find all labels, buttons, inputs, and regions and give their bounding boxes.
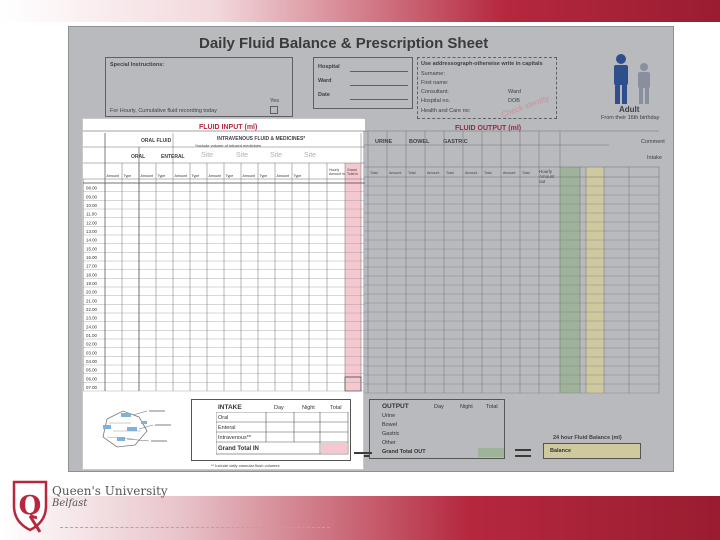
time-label: 13.00 xyxy=(86,229,98,234)
time-label: 10.00 xyxy=(86,203,98,208)
time-label: 08.00 xyxy=(86,186,98,191)
output-subheader: Total xyxy=(370,171,378,175)
output-summary-box: OUTPUT Day Night Total Urine Bowel Gastr… xyxy=(369,399,505,459)
amount-type-header: Amount xyxy=(243,174,255,178)
output-subheader: Total xyxy=(484,171,492,175)
time-label: 14.00 xyxy=(86,238,98,243)
minus-sign-inset xyxy=(354,452,372,454)
output-subheader: Amount xyxy=(389,171,401,175)
intake-summary-box: INTAKE Day Night Total Oral Enteral Intr… xyxy=(191,399,351,461)
amount-type-header: Type xyxy=(158,174,166,178)
amount-type-header: Type xyxy=(192,174,200,178)
iv-subheading: *Include volume of infused medicines xyxy=(195,143,262,148)
university-crest-icon: Q xyxy=(12,480,48,533)
amount-type-header: Amount xyxy=(277,174,289,178)
intake-col-day: Day xyxy=(274,405,284,411)
amount-type-header: Amount xyxy=(209,174,221,178)
amount-type-header: Type xyxy=(294,174,302,178)
oral-label: ORAL xyxy=(131,154,146,160)
balance-label: Balance xyxy=(550,448,572,454)
site-1-label: Site xyxy=(201,152,214,159)
ward-map-diagram xyxy=(102,410,171,448)
logo-line2: Belfast xyxy=(52,498,88,509)
amount-type-header: Amount xyxy=(107,174,119,178)
time-label: 12.00 xyxy=(86,220,98,225)
output-subheader: Amount xyxy=(465,171,477,175)
output-summary-heading: OUTPUT xyxy=(382,403,409,410)
output-subheader: Amount xyxy=(427,171,439,175)
output-subheader: Total xyxy=(408,171,416,175)
time-label: 02.00 xyxy=(86,342,98,347)
time-label: 03.00 xyxy=(86,350,98,355)
logo-line1: Queen's University xyxy=(52,484,168,498)
top-accent-bar xyxy=(0,0,720,22)
time-label: 18.00 xyxy=(86,272,98,277)
output-col-night: Night xyxy=(460,404,473,410)
output-row-gastric: Gastric xyxy=(382,431,400,437)
time-label: 07.00 xyxy=(86,385,98,390)
time-label: 24.00 xyxy=(86,324,98,329)
grand-total-out: Grand Total OUT xyxy=(382,449,426,455)
time-label: 22.00 xyxy=(86,307,98,312)
amount-type-header: Type xyxy=(226,174,234,178)
fluid-input-title: FLUID INPUT (ml) xyxy=(199,124,258,131)
hourly-amount-in-label: Hourly Amount in xyxy=(329,168,345,176)
balance-heading: 24 hour Fluid Balance (ml) xyxy=(553,435,622,441)
time-label: 19.00 xyxy=(86,281,98,286)
enteral-label: ENTERAL xyxy=(161,154,185,160)
intake-col-total: Total xyxy=(330,405,342,411)
time-label: 05.00 xyxy=(86,368,98,373)
time-label: 23.00 xyxy=(86,316,98,321)
time-label: 06.00 xyxy=(86,376,98,381)
iv-heading: INTRAVENOUS FLUID & MEDICINES* xyxy=(217,136,306,142)
grand-total-in-label: Grand Total in xyxy=(347,168,359,176)
output-col-total: Total xyxy=(486,404,498,410)
output-row-urine: Urine xyxy=(382,413,396,419)
equals-sign xyxy=(515,449,531,457)
intake-footnote: ** Include daily cannular flush volumes xyxy=(211,463,280,468)
time-label: 11.00 xyxy=(86,212,97,217)
amount-type-header: Amount xyxy=(141,174,153,178)
amount-type-header: Type xyxy=(260,174,268,178)
output-subheader: Total xyxy=(446,171,454,175)
amount-type-header: Amount xyxy=(175,174,187,178)
intake-summary-heading: INTAKE xyxy=(218,404,242,411)
time-label: 21.00 xyxy=(86,298,98,303)
oral-fluid-heading: ORAL FLUID xyxy=(141,138,172,144)
amount-type-header: Type xyxy=(124,174,132,178)
output-subheader: Total xyxy=(522,171,530,175)
balance-box: Balance xyxy=(543,443,641,459)
output-row-other: Other xyxy=(382,440,396,446)
output-col-day: Day xyxy=(434,404,444,410)
intake-col-night: Night xyxy=(302,405,315,411)
time-label: 16.00 xyxy=(86,255,98,260)
output-subheader: Amount xyxy=(503,171,515,175)
site-3-label: Site xyxy=(270,152,283,159)
time-label: 17.00 xyxy=(86,264,98,269)
time-label: 04.00 xyxy=(86,359,98,364)
time-label: 09.00 xyxy=(86,194,98,199)
site-2-label: Site xyxy=(236,152,249,159)
queens-university-logo: Q Queen's University Belfast xyxy=(8,474,168,536)
fluid-input-inset: Amount Type Amount Type Amount Type Amount Type… xyxy=(82,118,365,470)
time-label: 01.00 xyxy=(86,333,98,338)
slide: Daily Fluid Balance & Prescription Sheet… xyxy=(0,0,720,540)
time-label: 15.00 xyxy=(86,246,98,251)
time-label: 20.00 xyxy=(86,290,98,295)
site-4-label: Site xyxy=(304,152,317,159)
output-row-bowel: Bowel xyxy=(382,422,397,428)
